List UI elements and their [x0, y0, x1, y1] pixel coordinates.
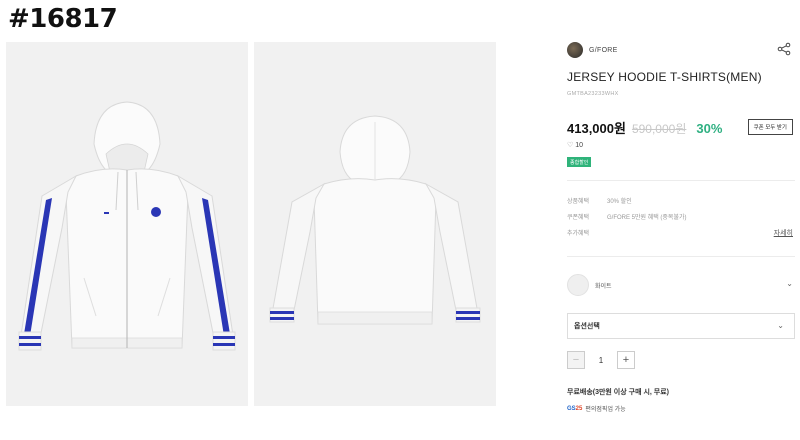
color-name: 화이트: [595, 283, 612, 290]
heart-icon[interactable]: ♡: [567, 141, 573, 149]
pickup-info: GS25 편의점픽업 가능: [567, 404, 626, 414]
shipping-info: 무료배송(3만원 이상 구매 시, 무료): [567, 389, 669, 396]
divider: [567, 180, 795, 181]
quantity-increase-button[interactable]: +: [617, 351, 635, 369]
brand-logo[interactable]: [567, 42, 583, 58]
share-icon[interactable]: [777, 42, 791, 56]
product-code: GMTBA23233WHX: [567, 91, 619, 97]
benefit-row-additional: 추가혜택: [567, 228, 607, 237]
hoodie-back-illustration: [269, 115, 481, 325]
benefit-row-coupon: 쿠폰혜택 G/FORE 5만원 혜택 (중복불가): [567, 212, 687, 221]
pickup-text: 편의점픽업 가능: [585, 407, 626, 413]
benefit-label: 상품혜택: [567, 199, 590, 205]
original-price: 590,000원: [631, 122, 687, 136]
product-image-front[interactable]: [6, 42, 248, 406]
chevron-down-icon[interactable]: ⌄: [786, 279, 793, 288]
quantity-decrease-button[interactable]: −: [567, 351, 585, 369]
quantity-value[interactable]: 1: [585, 356, 617, 365]
sale-price: 413,000원: [567, 121, 626, 136]
color-swatch-white[interactable]: [567, 274, 589, 296]
discount-rate: 30%: [696, 121, 723, 136]
option-select[interactable]: 옵션선택 ⌄: [567, 313, 795, 339]
gs25-logo: GS25: [567, 405, 583, 412]
like-count-value: 10: [575, 141, 584, 149]
like-count[interactable]: ♡ 10: [567, 141, 584, 150]
benefit-value: G/FORE 5만원 혜택 (중복불가): [607, 215, 687, 221]
brand-name[interactable]: G/FORE: [589, 47, 618, 54]
benefit-label: 쿠폰혜택: [567, 215, 590, 221]
brand-row[interactable]: G/FORE: [567, 42, 618, 58]
product-image-back[interactable]: [254, 42, 496, 406]
chevron-down-icon: ⌄: [777, 321, 784, 330]
coupon-download-button[interactable]: 쿠폰 모두 받기: [747, 119, 793, 135]
benefit-detail-link[interactable]: 자세히: [774, 228, 793, 238]
divider: [567, 256, 795, 257]
discount-badge: 종합할인: [567, 157, 592, 167]
benefit-label: 추가혜택: [567, 231, 590, 237]
color-selector[interactable]: 화이트 ⌄: [567, 274, 795, 296]
quantity-stepper: − 1 +: [567, 351, 635, 369]
screenshot-tag: #16817: [8, 4, 118, 34]
benefit-row-product: 상품혜택 30% 할인: [567, 196, 632, 205]
benefit-value: 30% 할인: [607, 199, 632, 205]
option-select-label: 옵션선택: [574, 323, 600, 330]
hoodie-front-illustration: [18, 101, 236, 351]
product-title: JERSEY HOODIE T-SHIRTS(MEN): [567, 70, 762, 84]
